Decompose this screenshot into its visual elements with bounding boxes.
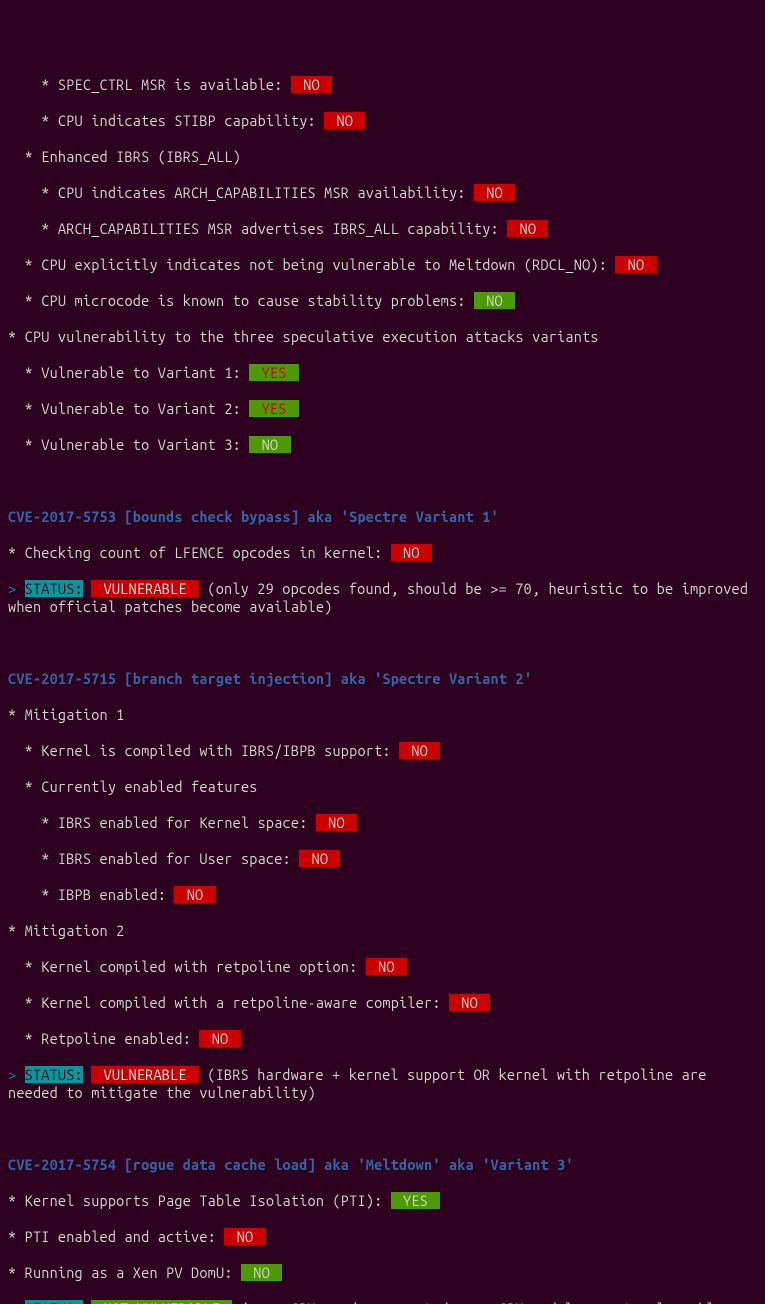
badge-no: NO [316,814,357,831]
check-line: * CPU indicates STIBP capability: NO [8,112,757,130]
check-line: * Currently enabled features [8,778,757,796]
check-line: * Mitigation 2 [8,922,757,940]
blank-line [8,634,757,652]
check-line: * Vulnerable to Variant 1: YES [8,364,757,382]
check-line: * CPU vulnerability to the three specula… [8,328,757,346]
cve-header: CVE-2017-5715 [branch target injection] … [8,670,757,688]
check-line: * CPU indicates ARCH_CAPABILITIES MSR av… [8,184,757,202]
badge-no: NO [366,958,407,975]
status-label: STATUS: [25,1066,83,1083]
badge-vulnerable: VULNERABLE [91,1066,199,1083]
status-label: STATUS: [25,580,83,597]
check-line: * Kernel compiled with a retpoline-aware… [8,994,757,1012]
badge-no: NO [299,850,340,867]
badge-no: NO [199,1030,240,1047]
status-note: (your CPU vendor reported your CPU model… [232,1300,715,1304]
check-line: * Vulnerable to Variant 2: YES [8,400,757,418]
prompt-icon: > [8,1300,25,1304]
badge-yes-red: YES [249,400,299,417]
badge-no: NO [174,886,215,903]
check-line: * PTI enabled and active: NO [8,1228,757,1246]
prompt-icon: > [8,580,25,597]
check-line: * Kernel compiled with retpoline option:… [8,958,757,976]
status-label: STATUS: [25,1300,83,1304]
cve-header: CVE-2017-5754 [rogue data cache load] ak… [8,1156,757,1174]
badge-no: NO [291,76,332,93]
badge-yes-red: YES [249,364,299,381]
check-line: * Vulnerable to Variant 3: NO [8,436,757,454]
badge-no: NO [391,544,432,561]
badge-vulnerable: VULNERABLE [91,580,199,597]
check-line: * IBPB enabled: NO [8,886,757,904]
badge-no: NO [615,256,656,273]
blank-line [8,1120,757,1138]
badge-no: NO [507,220,548,237]
blank-line [8,472,757,490]
prompt-icon: > [8,1066,25,1083]
status-line: > STATUS: NOT VULNERABLE (your CPU vendo… [8,1300,757,1304]
badge-no: NO [324,112,365,129]
check-line: * Mitigation 1 [8,706,757,724]
badge-yes: YES [391,1192,441,1209]
badge-yes: NO [249,436,290,453]
status-line: > STATUS: VULNERABLE (IBRS hardware + ke… [8,1066,757,1102]
check-line: * IBRS enabled for User space: NO [8,850,757,868]
check-line: * Retpoline enabled: NO [8,1030,757,1048]
check-line: * Enhanced IBRS (IBRS_ALL) [8,148,757,166]
badge-no: NO [399,742,440,759]
badge-no: NO [449,994,490,1011]
check-line: * Kernel is compiled with IBRS/IBPB supp… [8,742,757,760]
badge-no: NO [224,1228,265,1245]
check-line: * Running as a Xen PV DomU: NO [8,1264,757,1282]
check-line: * IBRS enabled for Kernel space: NO [8,814,757,832]
badge-yes: NO [241,1264,282,1281]
check-line: * ARCH_CAPABILITIES MSR advertises IBRS_… [8,220,757,238]
badge-no: NO [474,184,515,201]
check-line: * Kernel supports Page Table Isolation (… [8,1192,757,1210]
badge-yes: NO [474,292,515,309]
badge-not-vulnerable: NOT VULNERABLE [91,1300,232,1304]
status-line: > STATUS: VULNERABLE (only 29 opcodes fo… [8,580,757,616]
check-line: * Checking count of LFENCE opcodes in ke… [8,544,757,562]
check-line: * CPU explicitly indicates not being vul… [8,256,757,274]
check-line: * SPEC_CTRL MSR is available: NO [8,76,757,94]
check-line: * CPU microcode is known to cause stabil… [8,292,757,310]
cve-header: CVE-2017-5753 [bounds check bypass] aka … [8,508,757,526]
